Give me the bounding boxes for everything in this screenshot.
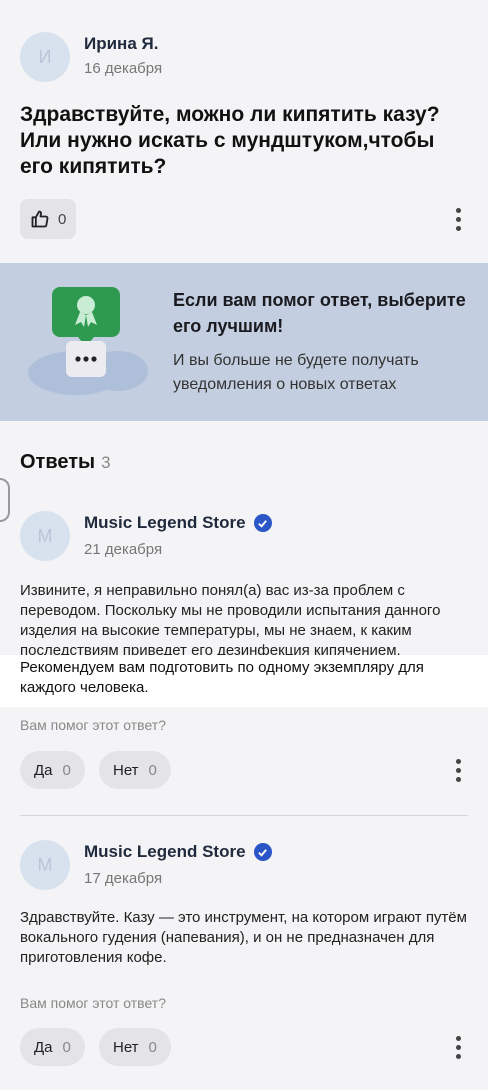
answer-author-name: Music Legend Store (84, 842, 246, 861)
answer-more-icon[interactable] (448, 754, 468, 786)
question-text: Здравствуйте, можно ли кипятить казу? Ил… (20, 103, 440, 178)
question-date: 16 декабря (84, 60, 163, 77)
banner-title: Если вам помог ответ, выберите его лучши… (173, 290, 466, 336)
avatar: M (20, 511, 70, 561)
answer-text: Извините, я неправильно понял(а) вас из-… (20, 582, 441, 659)
answer-text: Здравствуйте. Казу — это инструмент, на … (20, 909, 467, 966)
answer-highlighted-text: Рекомендуем вам подготовить по одному эк… (20, 659, 424, 696)
answer-date: 17 декабря (84, 870, 163, 887)
highlighted-text-band: Рекомендуем вам подготовить по одному эк… (0, 655, 488, 707)
yes-label: Да (34, 1038, 53, 1056)
helpful-question: Вам помог этот ответ? (20, 995, 166, 1011)
like-button[interactable]: 0 (20, 199, 76, 239)
question-more-icon[interactable] (448, 203, 468, 235)
answer-author-name: Music Legend Store (84, 513, 246, 532)
divider (20, 815, 468, 816)
yes-count: 0 (62, 1038, 71, 1056)
answers-count: 3 (101, 453, 111, 472)
thumbs-up-icon (31, 210, 49, 228)
helpful-question: Вам помог этот ответ? (20, 717, 166, 733)
avatar: И (20, 32, 70, 82)
verified-check-icon (253, 514, 272, 532)
no-button[interactable]: Нет 0 (99, 1028, 171, 1066)
question-author-name: Ирина Я. (84, 34, 159, 53)
no-count: 0 (148, 761, 157, 779)
answer-author[interactable]: Music Legend Store (84, 513, 272, 533)
yes-button[interactable]: Да 0 (20, 751, 85, 789)
no-label: Нет (113, 761, 139, 779)
verified-check-icon (253, 843, 272, 861)
yes-label: Да (34, 761, 53, 779)
no-label: Нет (113, 1038, 139, 1056)
banner-subtitle: И вы больше не будете получать уведомлен… (173, 352, 419, 393)
no-count: 0 (148, 1038, 157, 1056)
edge-handle[interactable] (0, 478, 10, 522)
award-badge-illustration (28, 287, 148, 395)
like-count: 0 (58, 210, 67, 228)
no-button[interactable]: Нет 0 (99, 751, 171, 789)
best-answer-banner: Если вам помог ответ, выберите его лучши… (0, 263, 488, 421)
product-question-page: И Ирина Я. 16 декабря Здравствуйте, можн… (0, 0, 488, 1090)
avatar: M (20, 840, 70, 890)
yes-count: 0 (62, 761, 71, 779)
answer-more-icon[interactable] (448, 1031, 468, 1063)
answer-date: 21 декабря (84, 541, 163, 558)
yes-button[interactable]: Да 0 (20, 1028, 85, 1066)
answers-heading-label: Ответы (20, 451, 96, 473)
answer-author[interactable]: Music Legend Store (84, 842, 272, 862)
answers-heading: Ответы 3 (20, 451, 111, 474)
